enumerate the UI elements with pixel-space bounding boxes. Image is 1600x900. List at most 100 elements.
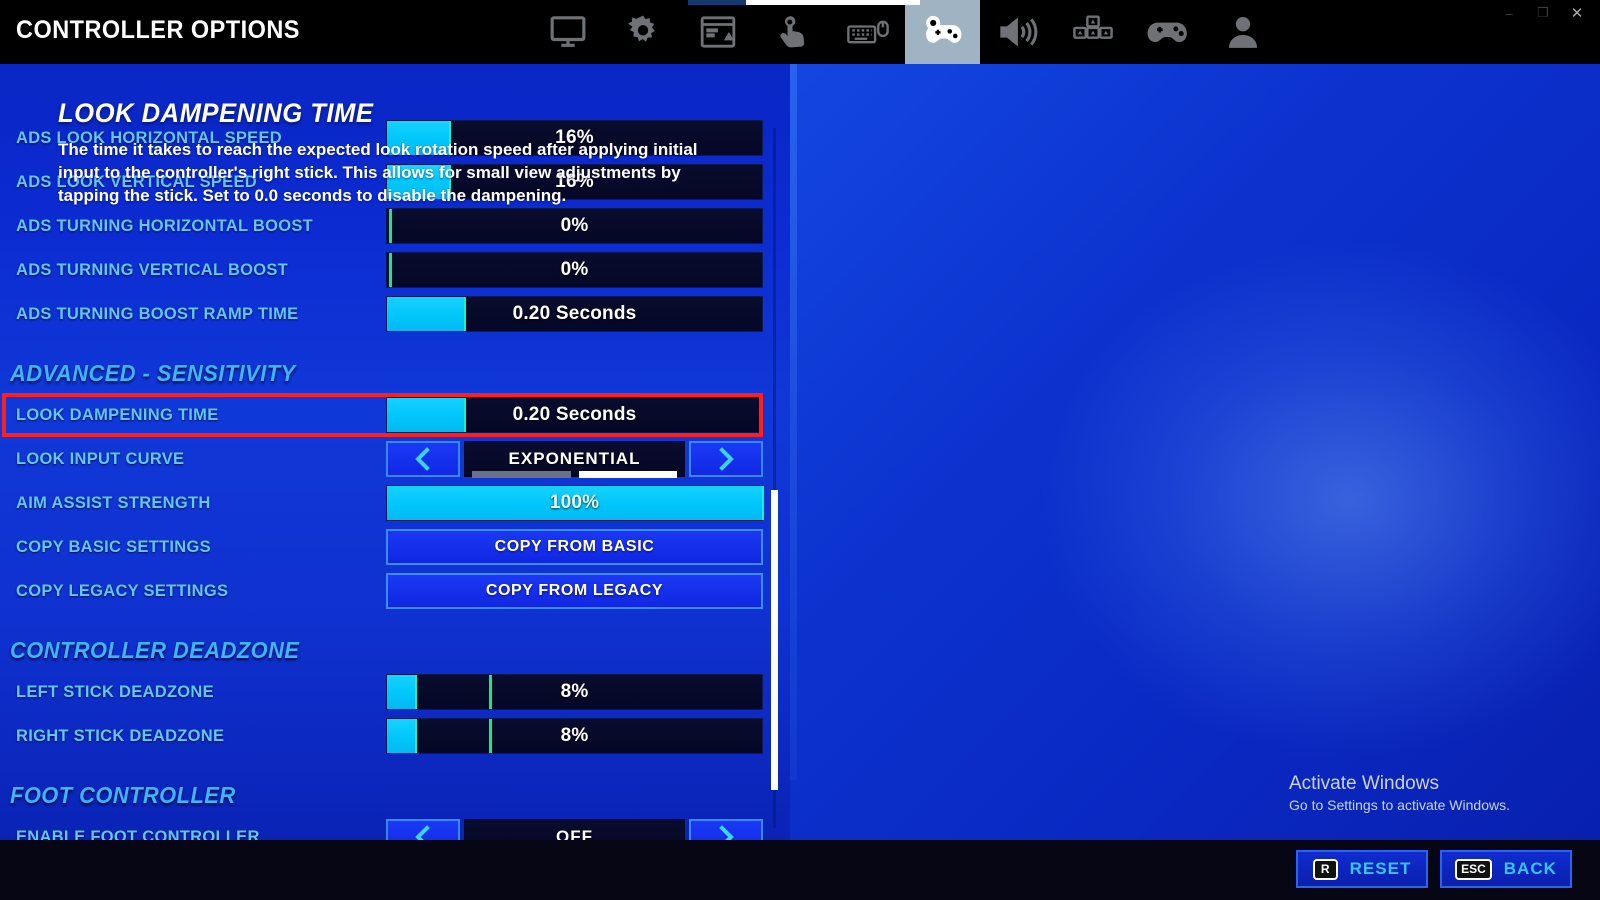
title-bar: CONTROLLER OPTIONS – ❐ ✕ [0,0,1600,64]
slider-value: 100% [549,492,600,513]
setting-control[interactable]: 0.20 Seconds [386,397,763,433]
setting-label: LEFT STICK DEADZONE [16,682,214,701]
nav-keyboard-mouse-icon[interactable] [830,0,905,64]
section-heading: CONTROLLER DEADZONE [10,637,300,663]
setting-row[interactable]: ADS TURNING BOOST RAMP TIME 0.20 Seconds [0,294,765,334]
slider-value: 0% [560,259,589,280]
reset-label: RESET [1349,859,1412,878]
setting-control[interactable]: 100% [386,485,764,521]
nav-brightness-icon[interactable] [680,0,755,64]
nav-audio-icon[interactable] [980,0,1055,64]
chevron-right-icon[interactable] [689,441,763,477]
slider[interactable]: 0% [386,208,763,244]
description-pane [790,60,1600,840]
setting-row[interactable]: COPY BASIC SETTINGS COPY FROM BASIC [0,527,765,567]
watermark-line-1: Activate Windows [1289,773,1439,794]
chevron-left-icon[interactable] [386,819,460,840]
back-label: BACK [1503,859,1557,878]
windows-activation-watermark: Activate Windows Go to Settings to activ… [1289,772,1510,814]
slider-value: 8% [560,681,589,702]
setting-control[interactable]: 0% [386,208,763,244]
stepper-value: EXPONENTIAL [508,449,641,468]
stepper[interactable]: EXPONENTIAL [386,441,763,478]
action-button[interactable]: COPY FROM BASIC [386,529,763,565]
description-body: The time it takes to reach the expected … [58,140,698,205]
action-button-label: COPY FROM BASIC [494,538,655,555]
fortnite-settings-screen: CONTROLLER OPTIONS – ❐ ✕ ADVANCED - SENS… [0,0,1600,900]
setting-control[interactable]: 8% [386,674,763,710]
setting-control[interactable]: COPY FROM BASIC [386,529,763,565]
nav-accessibility-icon[interactable] [1055,0,1130,64]
setting-label: ADS TURNING HORIZONTAL BOOST [16,216,314,235]
slider-value: 0.20 Seconds [512,303,637,324]
action-button-label: COPY FROM LEGACY [485,582,664,599]
setting-label: COPY LEGACY SETTINGS [16,581,229,600]
back-keycap: ESC [1455,858,1492,880]
progress-segment-active [746,0,920,5]
slider-value: 0.20 Seconds [512,404,637,425]
page-title: CONTROLLER OPTIONS [16,16,300,44]
setting-row[interactable]: ADS TURNING HORIZONTAL BOOST 0% [0,206,765,246]
stepper-pager [472,471,677,478]
setting-label: ENABLE FOOT CONTROLLER [16,827,260,840]
slider[interactable]: 0.20 Seconds [386,397,763,433]
slider-value: 0% [560,215,589,236]
setting-row[interactable]: COPY LEGACY SETTINGS COPY FROM LEGACY [0,571,765,611]
setting-label: LOOK DAMPENING TIME [16,405,219,424]
action-button[interactable]: COPY FROM LEGACY [386,573,763,609]
setting-row[interactable]: LEFT STICK DEADZONE 8% [0,672,765,712]
stepper[interactable]: OFF [386,819,763,840]
nav-video-icon[interactable] [530,0,605,64]
slider[interactable]: 0.20 Seconds [386,296,763,332]
setting-label: AIM ASSIST STRENGTH [16,493,211,512]
nav-controller-hud-icon[interactable] [1130,0,1205,64]
loading-progress-bar [688,0,920,5]
slider[interactable]: 0% [386,252,763,288]
chevron-left-icon[interactable] [386,441,460,477]
back-button[interactable]: ESC BACK [1440,850,1572,888]
settings-tab-bar [530,0,1280,64]
stepper-value-box: OFF [464,819,685,840]
setting-label: COPY BASIC SETTINGS [16,537,211,556]
nav-controller-options-icon[interactable] [905,0,980,64]
setting-control[interactable]: OFF [386,819,763,840]
scrollbar-thumb[interactable] [771,490,778,790]
restore-icon[interactable]: ❐ [1526,0,1560,26]
nav-touch-icon[interactable] [755,0,830,64]
slider[interactable]: 8% [386,674,763,710]
progress-segment-inactive [688,0,746,5]
slider-value: 8% [560,725,589,746]
close-icon[interactable]: ✕ [1560,0,1594,26]
chevron-right-icon[interactable] [689,819,763,840]
setting-control[interactable]: 8% [386,718,763,754]
setting-row[interactable]: LOOK DAMPENING TIME 0.20 Seconds [0,395,765,435]
minimize-icon[interactable]: – [1492,0,1526,26]
watermark-line-2: Go to Settings to activate Windows. [1289,797,1510,813]
setting-control[interactable]: EXPONENTIAL [386,441,763,478]
setting-row[interactable]: ENABLE FOOT CONTROLLER OFF [0,817,765,840]
setting-control[interactable]: COPY FROM LEGACY [386,573,763,609]
setting-label: ADS TURNING VERTICAL BOOST [16,260,289,279]
pager-segment [472,471,571,478]
nav-game-icon[interactable] [605,0,680,64]
slider[interactable]: 100% [386,485,764,521]
pager-segment [578,471,677,478]
setting-label: LOOK INPUT CURVE [16,449,185,468]
slider[interactable]: 8% [386,718,763,754]
setting-label: RIGHT STICK DEADZONE [16,726,225,745]
nav-account-icon[interactable] [1205,0,1280,64]
window-controls: – ❐ ✕ [1492,0,1594,26]
reset-button[interactable]: R RESET [1296,850,1428,888]
section-heading: ADVANCED - SENSITIVITY [10,360,296,386]
reset-keycap: R [1312,858,1338,880]
setting-row[interactable]: RIGHT STICK DEADZONE 8% [0,716,765,756]
setting-row[interactable]: ADS TURNING VERTICAL BOOST 0% [0,250,765,290]
section-heading: FOOT CONTROLLER [10,782,236,808]
stepper-value: OFF [556,827,593,840]
setting-label: ADS TURNING BOOST RAMP TIME [16,304,299,323]
setting-row[interactable]: AIM ASSIST STRENGTH 100% [0,483,765,523]
setting-control[interactable]: 0% [386,252,763,288]
setting-control[interactable]: 0.20 Seconds [386,296,763,332]
description-title: LOOK DAMPENING TIME [58,98,374,128]
setting-row[interactable]: LOOK INPUT CURVE EXPONENTIAL [0,439,765,479]
